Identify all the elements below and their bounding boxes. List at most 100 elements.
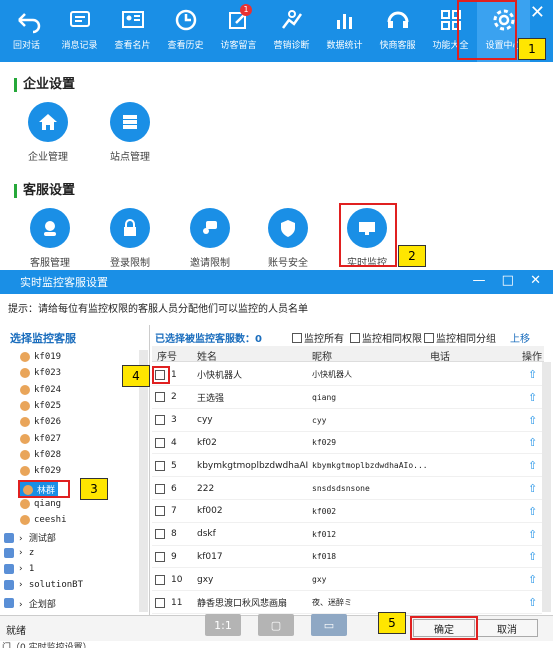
- option-same-permission[interactable]: 监控相同权限: [350, 330, 422, 345]
- row-name: cyy: [197, 415, 213, 426]
- tree-node-label: › 1: [18, 563, 35, 574]
- move-up-icon[interactable]: ⇧: [528, 505, 537, 518]
- site-manage-label: 站点管理: [110, 152, 150, 163]
- toolbar-item-1[interactable]: 消息记录: [53, 0, 106, 62]
- toolbar-item-2[interactable]: 查看名片: [106, 0, 159, 62]
- tree-node-label: › z: [18, 547, 35, 558]
- lock-icon[interactable]: [110, 208, 150, 248]
- chart-line-icon: [281, 10, 302, 29]
- invite-icon[interactable]: [190, 208, 230, 248]
- col-no: 序号: [157, 352, 177, 363]
- table-row[interactable]: 6 222 snsdsdsnsone ⇧: [152, 478, 542, 500]
- row-checkbox[interactable]: [155, 597, 165, 608]
- move-up-icon[interactable]: ⇧: [528, 391, 537, 404]
- table-row[interactable]: 2 王选强 qiang ⇧: [152, 387, 542, 409]
- move-up-icon[interactable]: ⇧: [528, 550, 537, 563]
- row-nick: gxy: [312, 575, 327, 585]
- row-checkbox[interactable]: [155, 506, 165, 517]
- user-icon: [20, 352, 30, 362]
- tree-dept-node[interactable]: › z: [4, 547, 35, 558]
- tree-node-label: kf027: [34, 433, 62, 444]
- tree-agent-node[interactable]: kf019: [20, 352, 61, 362]
- move-up-button[interactable]: 上移: [510, 330, 530, 345]
- group-icon: [4, 547, 14, 558]
- table-row[interactable]: 1 小快机器人 小快机器人 ⇧: [152, 364, 542, 386]
- shield-icon[interactable]: [268, 208, 308, 248]
- option-monitor-all[interactable]: 监控所有: [292, 330, 344, 345]
- table-row[interactable]: 10 gxy gxy ⇧: [152, 569, 542, 592]
- toolbar-item-4[interactable]: 访客留言 1: [212, 0, 265, 62]
- row-checkbox[interactable]: [155, 483, 165, 494]
- move-up-icon[interactable]: ⇧: [528, 414, 537, 427]
- toolbar-item-7[interactable]: 快商客服: [371, 0, 424, 62]
- fit-screen-icon[interactable]: ▢: [258, 614, 294, 636]
- tree-agent-node[interactable]: qiang: [20, 498, 61, 509]
- tree-node-label: › 测试部: [18, 534, 56, 545]
- agent-icon[interactable]: [30, 208, 70, 248]
- site-icon[interactable]: [110, 102, 150, 142]
- home-icon[interactable]: [28, 102, 68, 142]
- tree-scrollbar[interactable]: [139, 350, 148, 612]
- table-row[interactable]: 5 kbymkgtmoplbzdwdhaAI kbymkgtmoplbzdwdhaA…: [152, 455, 542, 478]
- move-up-icon[interactable]: ⇧: [528, 368, 537, 381]
- table-row[interactable]: 7 kf002 kf002 ⇧: [152, 501, 542, 523]
- cancel-button[interactable]: 取消: [476, 619, 538, 637]
- actual-size-button[interactable]: 1:1: [205, 614, 241, 636]
- callout-3: 3: [80, 478, 108, 500]
- highlight-confirm: [410, 616, 478, 640]
- row-name: dskf: [197, 529, 216, 540]
- tree-node-label: kf025: [34, 400, 62, 411]
- move-up-icon[interactable]: ⇧: [528, 459, 537, 472]
- toolbar-item-6[interactable]: 数据统计: [318, 0, 371, 62]
- tree-agent-node[interactable]: kf029: [20, 466, 62, 477]
- close-icon[interactable]: ✕: [530, 2, 545, 23]
- tree-agent-node[interactable]: kf028: [20, 449, 61, 460]
- move-up-icon[interactable]: ⇧: [528, 596, 537, 609]
- tree-node-label: kf023: [34, 368, 62, 379]
- row-no: 1: [171, 369, 177, 380]
- card-icon: [121, 11, 144, 28]
- group-icon: [4, 563, 14, 574]
- row-checkbox[interactable]: [155, 551, 165, 562]
- tree-dept-node[interactable]: › 企划部: [4, 597, 56, 610]
- tree-agent-node[interactable]: kf025: [20, 400, 62, 411]
- move-up-icon[interactable]: ⇧: [528, 573, 537, 586]
- tree-agent-node[interactable]: ceeshi: [20, 515, 67, 525]
- enterprise-manage-label: 企业管理: [28, 152, 68, 163]
- move-up-icon[interactable]: ⇧: [528, 528, 537, 541]
- tree-dept-node[interactable]: › 测试部: [4, 531, 56, 544]
- toolbar-item-3[interactable]: 查看历史: [159, 0, 212, 62]
- tree-dept-node[interactable]: › 1: [4, 563, 35, 574]
- tree-agent-node[interactable]: kf027: [20, 433, 62, 444]
- row-name: kf017: [197, 551, 223, 562]
- tree-node-label: ceeshi: [34, 515, 67, 525]
- callout-4: 4: [122, 365, 150, 387]
- move-up-icon[interactable]: ⇧: [528, 436, 537, 449]
- table-row[interactable]: 8 dskf kf012 ⇧: [152, 524, 542, 546]
- dialog-window-controls[interactable]: — □ ✕: [473, 273, 547, 288]
- toolbar-item-5[interactable]: 营销诊断: [265, 0, 318, 62]
- row-no: 11: [171, 597, 183, 608]
- tree-node-label: kf029: [34, 466, 62, 477]
- row-checkbox[interactable]: [155, 415, 165, 426]
- col-name: 姓名: [197, 352, 217, 363]
- table-row[interactable]: 11 静香思渡口秋风悲画扇 夜、迷醉ミ ⇧: [152, 592, 542, 614]
- screen-icon[interactable]: ▭: [311, 614, 347, 636]
- tree-agent-node[interactable]: kf024: [20, 384, 61, 395]
- table-row[interactable]: 3 cyy cyy ⇧: [152, 410, 542, 432]
- table-row[interactable]: 9 kf017 kf018 ⇧: [152, 546, 542, 569]
- toolbar-item-0[interactable]: 回对话: [0, 0, 53, 62]
- row-checkbox[interactable]: [155, 574, 165, 585]
- tree-agent-node[interactable]: kf023: [20, 368, 62, 379]
- option-same-group[interactable]: 监控相同分组: [424, 330, 496, 345]
- table-scrollbar[interactable]: [542, 362, 551, 612]
- row-checkbox[interactable]: [155, 529, 165, 540]
- row-checkbox[interactable]: [155, 392, 165, 403]
- table-row[interactable]: 4 kf02 kf029 ⇧: [152, 432, 542, 455]
- tree-dept-node[interactable]: › solutionBT: [4, 580, 83, 591]
- row-checkbox[interactable]: [155, 437, 165, 448]
- move-up-icon[interactable]: ⇧: [528, 482, 537, 495]
- row-nick: qiang: [312, 392, 337, 402]
- tree-agent-node[interactable]: kf026: [20, 417, 61, 428]
- row-checkbox[interactable]: [155, 460, 165, 471]
